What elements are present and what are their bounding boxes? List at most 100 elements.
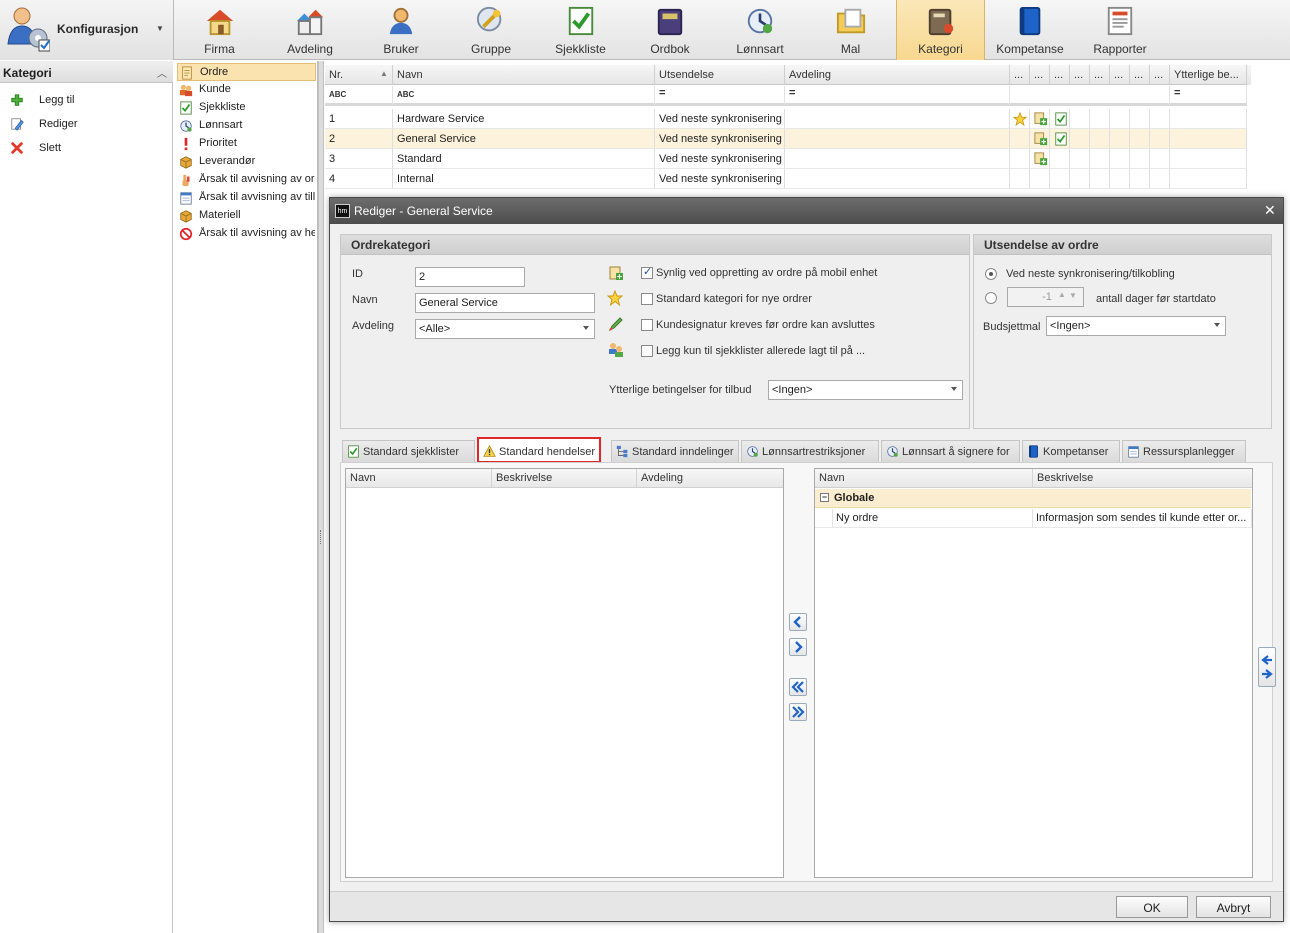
move-left-button[interactable] (789, 613, 807, 631)
move-all-left-button[interactable] (789, 678, 807, 696)
ribbon-button-mal[interactable]: Mal (805, 0, 896, 60)
category-item[interactable]: Lønnsart (177, 117, 316, 135)
collapse-minus-icon[interactable]: − (820, 493, 829, 502)
tab-standard-sjekklister[interactable]: Standard sjekklister (342, 440, 475, 462)
col-header-utsendelse[interactable]: Utsendelse (655, 65, 785, 85)
left-col-beskrivelse[interactable]: Beskrivelse (492, 469, 637, 488)
cell-flag[interactable] (1070, 169, 1090, 189)
ribbon-button-ordbok[interactable]: Ordbok (625, 0, 715, 60)
col-header-navn[interactable]: Navn (393, 65, 655, 85)
ribbon-button-gruppe[interactable]: Gruppe (446, 0, 536, 60)
cell-ytterlige[interactable] (1170, 169, 1247, 189)
cell-flag[interactable] (1130, 129, 1150, 149)
cell-avdeling[interactable] (785, 129, 1010, 149)
tilbud-select[interactable]: <Ingen> (768, 380, 963, 400)
close-icon[interactable]: ✕ (1264, 202, 1276, 219)
panel-splitter[interactable] (318, 61, 324, 933)
category-item[interactable]: Årsak til avvisning av he (177, 225, 316, 243)
move-right-button[interactable] (789, 638, 807, 656)
event-name-cell[interactable]: Ny ordre (833, 509, 1033, 528)
right-col-beskrivelse[interactable]: Beskrivelse (1033, 469, 1252, 488)
col-header-nr[interactable]: Nr. ▲ (325, 65, 393, 85)
cell-flag[interactable] (1090, 169, 1110, 189)
cell-flag[interactable] (1150, 109, 1170, 129)
category-item[interactable]: Kunde (177, 81, 316, 99)
cell-navn[interactable]: Hardware Service (393, 109, 655, 129)
sort-asc-icon[interactable]: ▲ (380, 69, 388, 78)
cell-flag[interactable] (1070, 149, 1090, 169)
ribbon-button-firma[interactable]: Firma (175, 0, 264, 60)
action-slett[interactable]: Slett (10, 140, 160, 158)
col-header-1[interactable]: ... (1010, 65, 1030, 85)
col-header-5[interactable]: ... (1090, 65, 1110, 85)
filter-nr[interactable]: ABC (325, 86, 393, 106)
filter-navn[interactable]: ABC (393, 86, 655, 106)
ribbon-button-bruker[interactable]: Bruker (356, 0, 446, 60)
col-header-avdeling[interactable]: Avdeling (785, 65, 1010, 85)
cell-flag[interactable] (1050, 149, 1070, 169)
cell-flag[interactable] (1130, 109, 1150, 129)
tab-lønnsart-å-signere-for[interactable]: Lønnsart å signere for (881, 440, 1020, 462)
ribbon-button-kategori[interactable]: Kategori (896, 0, 985, 60)
cell-navn[interactable]: Standard (393, 149, 655, 169)
group-row-globale[interactable]: − Globale (815, 489, 1251, 508)
swap-button[interactable] (1258, 647, 1276, 687)
cell-flag[interactable] (1030, 169, 1050, 189)
cell-avdeling[interactable] (785, 109, 1010, 129)
cell-flag[interactable] (1150, 149, 1170, 169)
cell-avdeling[interactable] (785, 149, 1010, 169)
cell-flag[interactable] (1090, 149, 1110, 169)
cancel-button[interactable]: Avbryt (1196, 896, 1271, 918)
id-field[interactable]: 2 (415, 267, 525, 287)
app-menu[interactable]: Konfigurasjon ▼ (0, 0, 174, 60)
cell-flag[interactable] (1150, 169, 1170, 189)
cell-navn[interactable]: Internal (393, 169, 655, 189)
left-col-avdeling[interactable]: Avdeling (637, 469, 783, 488)
category-item[interactable]: Årsak til avvisning av till (177, 189, 316, 207)
right-col-navn[interactable]: Navn (815, 469, 1033, 488)
col-header-8[interactable]: ... (1150, 65, 1170, 85)
cell-ytterlige[interactable] (1170, 129, 1247, 149)
cell-nr[interactable]: 4 (325, 169, 393, 189)
cell-utsendelse[interactable]: Ved neste synkronisering (655, 109, 785, 129)
option-checkbox[interactable] (641, 345, 653, 357)
tab-ressursplanlegger[interactable]: Ressursplanlegger (1122, 440, 1246, 462)
filter-ytterlige[interactable]: = (1170, 86, 1247, 106)
cell-flag[interactable] (1070, 129, 1090, 149)
move-all-right-button[interactable] (789, 703, 807, 721)
cell-flag[interactable] (1070, 109, 1090, 129)
dropdown-arrow-icon[interactable] (583, 326, 589, 330)
cell-ytterlige[interactable] (1170, 149, 1247, 169)
cell-nr[interactable]: 1 (325, 109, 393, 129)
radio-days-before[interactable] (985, 292, 997, 304)
cell-flag[interactable] (1110, 149, 1130, 169)
col-header-2[interactable]: ... (1030, 65, 1050, 85)
filter-avdeling[interactable]: = (785, 86, 1010, 106)
cell-flag[interactable] (1150, 129, 1170, 149)
cell-flag[interactable] (1090, 109, 1110, 129)
cell-avdeling[interactable] (785, 169, 1010, 189)
ok-button[interactable]: OK (1116, 896, 1188, 918)
cell-utsendelse[interactable]: Ved neste synkronisering (655, 169, 785, 189)
cell-flag[interactable] (1010, 129, 1030, 149)
category-item[interactable]: Sjekkliste (177, 99, 316, 117)
option-checkbox[interactable] (641, 293, 653, 305)
tab-kompetanser[interactable]: Kompetanser (1022, 440, 1120, 462)
col-header-4[interactable]: ... (1070, 65, 1090, 85)
ribbon-button-rapporter[interactable]: Rapporter (1075, 0, 1165, 60)
col-header-3[interactable]: ... (1050, 65, 1070, 85)
cell-flag[interactable] (1090, 129, 1110, 149)
event-description-cell[interactable]: Informasjon som sendes til kunde etter o… (1033, 509, 1252, 528)
filter-utsendelse[interactable]: = (655, 86, 785, 106)
cell-utsendelse[interactable]: Ved neste synkronisering (655, 129, 785, 149)
collapse-up-icon[interactable]: ︿ (157, 65, 167, 80)
cell-nr[interactable]: 3 (325, 149, 393, 169)
cell-flag[interactable] (1110, 109, 1130, 129)
cell-utsendelse[interactable]: Ved neste synkronisering (655, 149, 785, 169)
option-checkbox[interactable] (641, 265, 653, 279)
cell-ytterlige[interactable] (1170, 109, 1247, 129)
ribbon-button-kompetanse[interactable]: Kompetanse (985, 0, 1075, 60)
dropdown-arrow-icon[interactable] (1214, 323, 1220, 327)
spin-down-icon[interactable]: ▼ (1069, 291, 1077, 300)
category-item[interactable]: Årsak til avvisning av or (177, 171, 316, 189)
